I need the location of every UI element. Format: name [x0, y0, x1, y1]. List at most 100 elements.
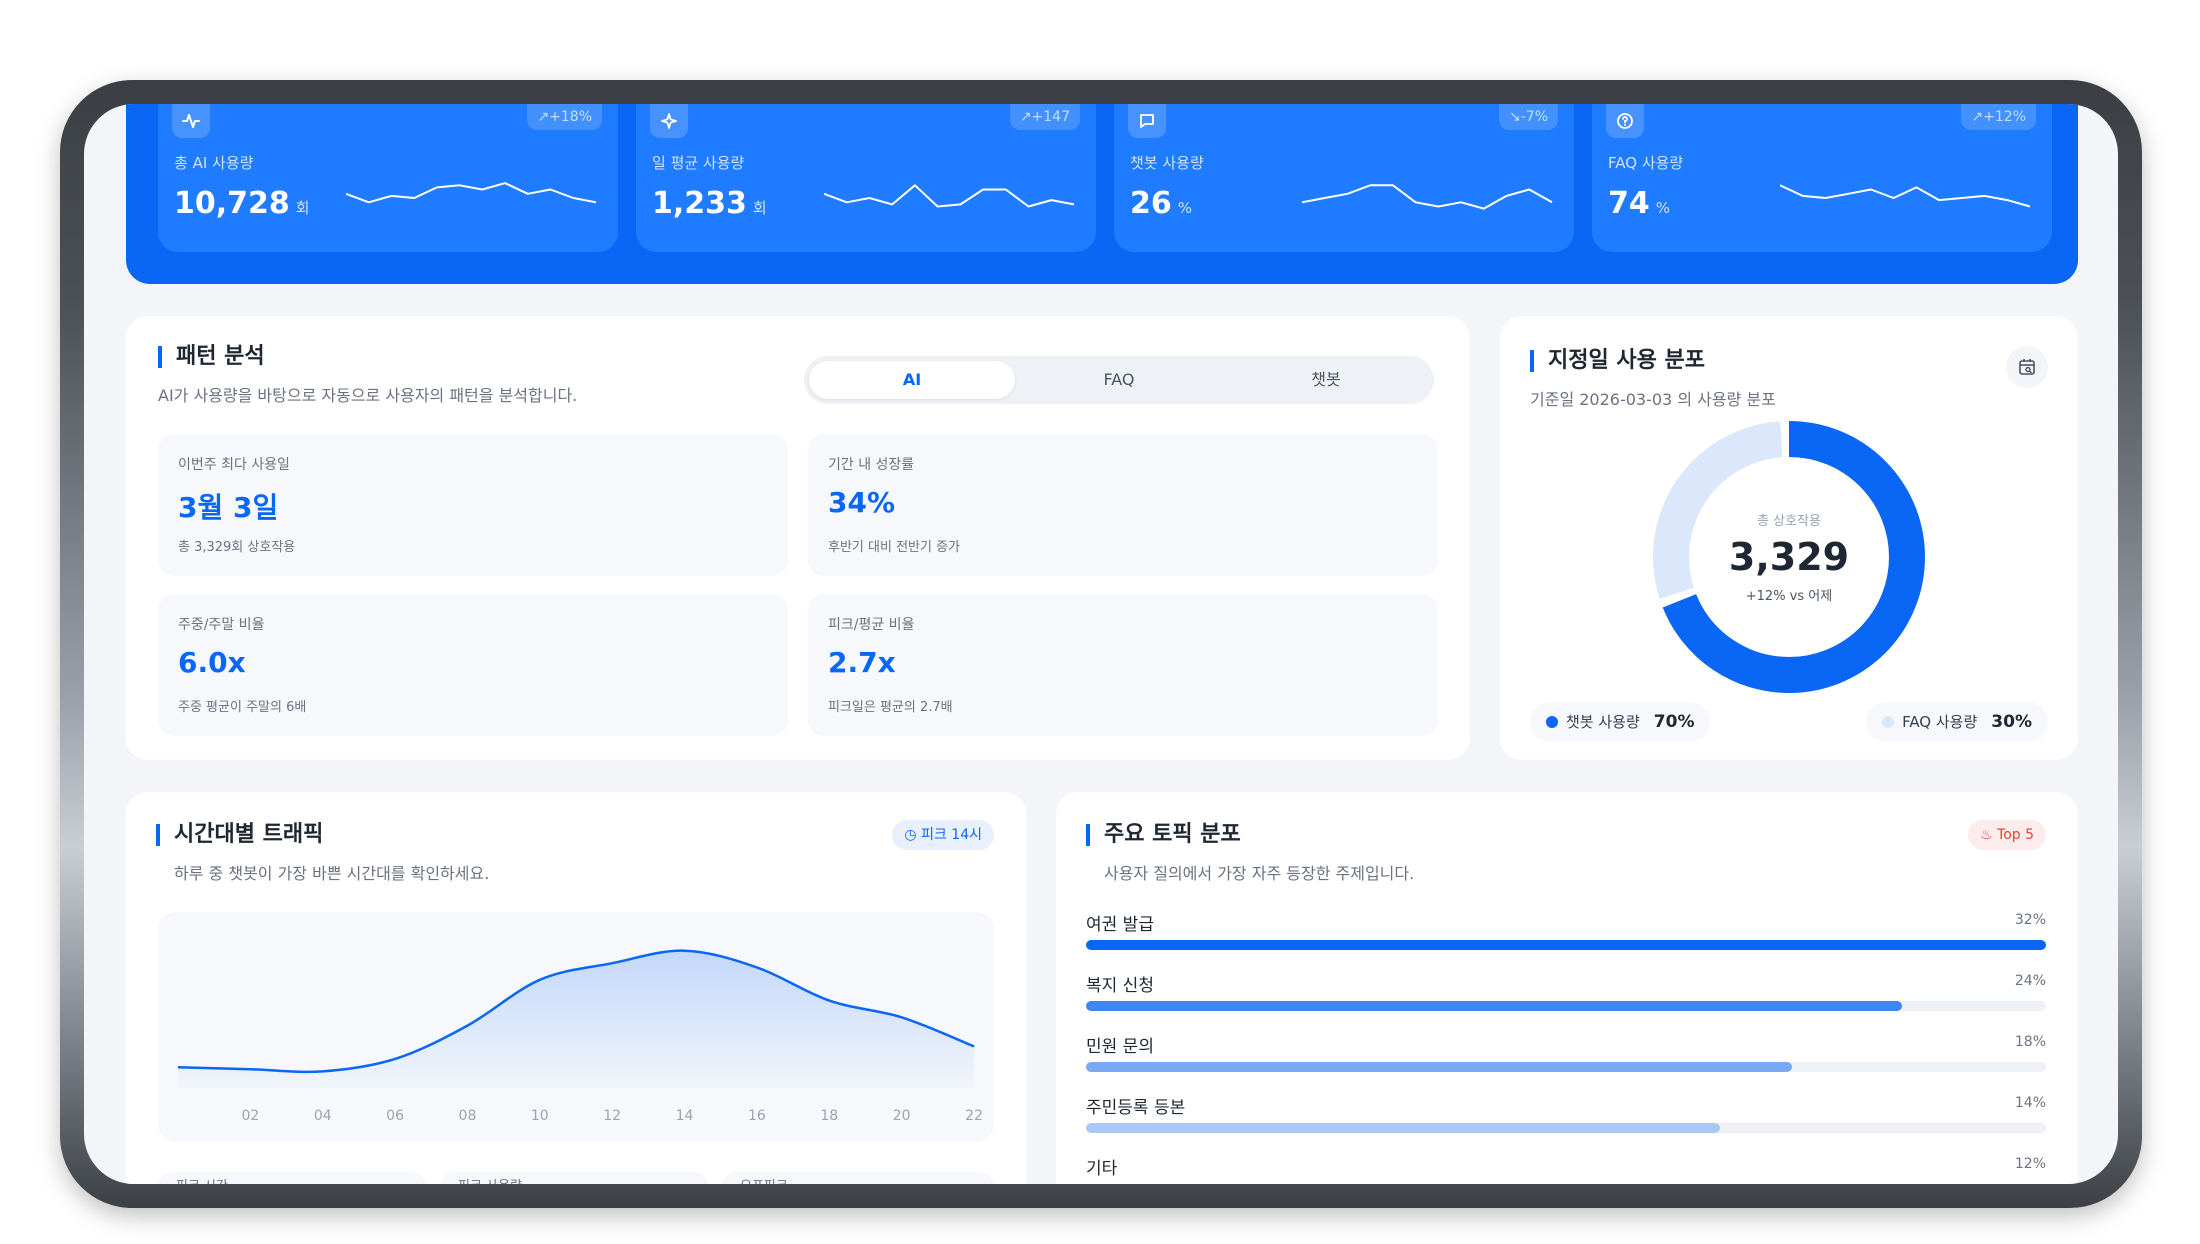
topic-name: 기타	[1086, 1159, 1118, 1179]
traffic-chart: 02 04 06 08 10 12 14 16 18 20 22	[158, 912, 994, 1142]
x-tick-label: 02	[241, 1108, 259, 1124]
section-title: 주요 토픽 분포	[1086, 824, 1241, 846]
topic-bar-fill	[1086, 940, 2046, 950]
kpi-label: 일 평균 사용량	[652, 154, 745, 172]
traffic-card: 시간대별 트래픽 하루 중 챗봇이 가장 바쁜 시간대를 확인하세요. ◷ 피크…	[126, 792, 1026, 1184]
section-subtitle: 기준일 2026-03-03 의 사용량 분포	[1530, 390, 1776, 409]
mini-stat-peak-time: 피크 시간	[158, 1172, 426, 1184]
stat-value: 34%	[828, 486, 896, 519]
fire-icon: ♨	[1980, 827, 1998, 843]
kpi-card-faq[interactable]: ↗+12% FAQ 사용량 74%	[1592, 104, 2052, 252]
sparkline-path	[824, 184, 1075, 208]
mini-stat-peak-usage: 피크 사용량	[440, 1172, 708, 1184]
stat-value: 6.0x	[178, 646, 246, 679]
kpi-label: FAQ 사용량	[1608, 154, 1684, 172]
kpi-card-total-ai[interactable]: ↗+18% 총 AI 사용량 10,728 회	[158, 104, 618, 252]
kpi-card-daily-avg[interactable]: ↗+147 일 평균 사용량 1,233 회	[636, 104, 1096, 252]
topic-bar-fill	[1086, 1062, 1792, 1072]
x-tick-label: 14	[676, 1108, 694, 1124]
topic-percent: 32%	[2014, 912, 2046, 928]
sparkline-path	[346, 182, 597, 204]
top5-badge: ♨ Top 5	[1968, 820, 2046, 850]
sparkline-path	[1780, 184, 2031, 208]
section-subtitle: 하루 중 챗봇이 가장 바쁜 시간대를 확인하세요.	[174, 864, 490, 883]
mini-stat-offpeak: 오프피크	[722, 1172, 994, 1184]
kpi-badge: ↘-7%	[1499, 104, 1558, 130]
chat-icon	[1128, 104, 1166, 138]
topic-name: 민원 문의	[1086, 1037, 1154, 1057]
pattern-tabs: AI FAQ 챗봇	[804, 356, 1434, 404]
donut-center: 총 상호작용 3,329 +12% vs 어제	[1644, 412, 1934, 702]
tab-chatbot[interactable]: 챗봇	[1223, 361, 1429, 399]
section-title: 시간대별 트래픽	[156, 824, 323, 846]
topic-name: 여권 발급	[1086, 915, 1154, 935]
stat-label: 기간 내 성장률	[828, 457, 915, 473]
section-subtitle: 사용자 질의에서 가장 자주 등장한 주제입니다.	[1104, 864, 1415, 883]
tab-faq[interactable]: FAQ	[1016, 361, 1222, 399]
topic-name: 주민등록 등본	[1086, 1098, 1186, 1118]
topic-bar-track	[1086, 1062, 2046, 1072]
kpi-value: 74%	[1608, 186, 1671, 221]
stat-label: 이번주 최다 사용일	[178, 457, 290, 473]
kpi-sparkline	[824, 184, 1075, 208]
stat-label: 주중/주말 비율	[178, 617, 265, 633]
stat-desc: 주중 평균이 주말의 6배	[178, 700, 307, 715]
section-title: 패턴 분석	[158, 346, 265, 368]
x-tick-label: 16	[748, 1108, 766, 1124]
topic-bar-track	[1086, 1123, 2046, 1133]
sparkle-icon	[650, 104, 688, 138]
kpi-badge: ↗+12%	[1961, 104, 2036, 130]
stat-desc: 후반기 대비 전반기 증가	[828, 540, 960, 555]
calendar-search-button[interactable]	[2006, 346, 2048, 388]
legend-faq: FAQ 사용량 30%	[1866, 702, 2048, 742]
x-tick-label: 22	[965, 1108, 983, 1124]
x-tick-label: 12	[603, 1108, 621, 1124]
stat-peak-ratio: 피크/평균 비율 2.7x 피크일은 평균의 2.7배	[808, 594, 1438, 736]
topic-bar-track	[1086, 1001, 2046, 1011]
x-tick-label: 10	[531, 1108, 549, 1124]
stat-growth: 기간 내 성장률 34% 후반기 대비 전반기 증가	[808, 434, 1438, 576]
topic-percent: 14%	[2014, 1095, 2046, 1111]
pattern-analysis-card: 패턴 분석 AI가 사용량을 바탕으로 자동으로 사용자의 패턴을 분석합니다.…	[126, 316, 1470, 760]
topic-name: 복지 신청	[1086, 976, 1154, 996]
donut-center-value: 3,329	[1728, 535, 1850, 579]
stat-peak-day: 이번주 최다 사용일 3월 3일 총 3,329회 상호작용	[158, 434, 788, 576]
kpi-card-chatbot[interactable]: ↘-7% 챗봇 사용량 26%	[1114, 104, 1574, 252]
kpi-sparkline	[1780, 184, 2031, 208]
topic-bar-track	[1086, 940, 2046, 950]
tab-ai[interactable]: AI	[809, 361, 1015, 399]
stat-desc: 총 3,329회 상호작용	[178, 540, 296, 555]
kpi-sparkline	[346, 182, 597, 204]
clock-icon: ◷	[904, 827, 922, 843]
x-tick-label: 18	[820, 1108, 838, 1124]
stat-weekday-ratio: 주중/주말 비율 6.0x 주중 평균이 주말의 6배	[158, 594, 788, 736]
section-subtitle: AI가 사용량을 바탕으로 자동으로 사용자의 패턴을 분석합니다.	[158, 386, 578, 405]
distribution-card: 지정일 사용 분포 기준일 2026-03-03 의 사용량 분포 총 상호작용…	[1500, 316, 2078, 760]
peak-badge: ◷ 피크 14시	[892, 820, 994, 850]
donut-center-label: 총 상호작용	[1757, 514, 1821, 529]
x-tick-label: 20	[893, 1108, 911, 1124]
topics-card: 주요 토픽 분포 사용자 질의에서 가장 자주 등장한 주제입니다. ♨ Top…	[1056, 792, 2078, 1184]
x-tick-label: 04	[314, 1108, 332, 1124]
topic-percent: 24%	[2014, 973, 2046, 989]
topic-bar-fill	[1086, 1123, 1720, 1133]
kpi-value: 1,233 회	[652, 186, 767, 221]
stat-value: 3월 3일	[178, 491, 279, 524]
section-title: 지정일 사용 분포	[1530, 350, 1705, 372]
activity-icon	[172, 104, 210, 138]
kpi-label: 챗봇 사용량	[1130, 154, 1204, 172]
kpi-sparkline	[1302, 184, 1553, 210]
stat-label: 피크/평균 비율	[828, 617, 915, 633]
x-tick-label: 08	[459, 1108, 477, 1124]
topic-percent: 12%	[2014, 1156, 2046, 1172]
kpi-band: ↗+18% 총 AI 사용량 10,728 회 ↗+147 일 평균 사용량 1,…	[126, 104, 2078, 284]
dashboard-screen: ↗+18% 총 AI 사용량 10,728 회 ↗+147 일 평균 사용량 1,…	[84, 104, 2118, 1184]
kpi-value: 26%	[1130, 186, 1193, 221]
donut-center-delta: +12% vs 어제	[1745, 589, 1833, 604]
help-icon	[1606, 104, 1644, 138]
stat-value: 2.7x	[828, 646, 896, 679]
topic-bar-fill	[1086, 1001, 1902, 1011]
kpi-badge: ↗+147	[1009, 104, 1080, 130]
x-tick-label: 06	[386, 1108, 404, 1124]
kpi-badge: ↗+18%	[527, 104, 602, 130]
